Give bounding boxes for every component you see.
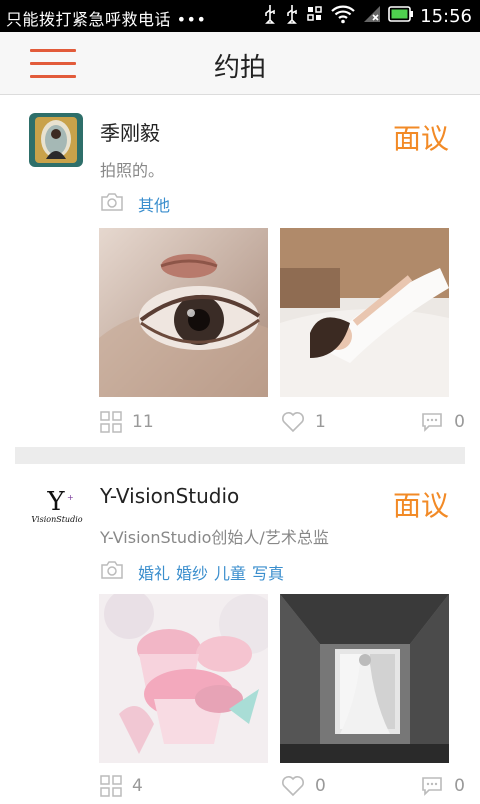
price-label: 面议 bbox=[392, 489, 449, 522]
like-count: 0 bbox=[315, 776, 326, 796]
album-count-value: 4 bbox=[132, 776, 143, 796]
battery-icon bbox=[388, 6, 414, 26]
tag[interactable]: 儿童 bbox=[214, 560, 246, 584]
post-stats: 11 1 0 bbox=[100, 408, 465, 436]
usb-icon bbox=[262, 4, 278, 28]
usb-icon bbox=[284, 4, 300, 28]
post-photo[interactable] bbox=[280, 594, 449, 763]
post-card[interactable]: Y VisionStudio + Y-VisionStudio 面议 Y-Vis… bbox=[15, 464, 465, 804]
avatar[interactable]: Y VisionStudio + bbox=[29, 480, 83, 534]
svg-text:+: + bbox=[67, 493, 74, 502]
avatar[interactable] bbox=[29, 113, 83, 167]
post-photo[interactable] bbox=[99, 228, 268, 397]
wifi-icon bbox=[330, 4, 356, 28]
camera-icon bbox=[100, 193, 124, 215]
post-author-name[interactable]: Y-VisionStudio bbox=[100, 484, 239, 508]
tag[interactable]: 婚礼 bbox=[138, 560, 170, 584]
svg-text:VisionStudio: VisionStudio bbox=[31, 515, 82, 524]
album-count[interactable]: 11 bbox=[100, 408, 154, 436]
tags-row: 其他 bbox=[100, 192, 176, 216]
post-card[interactable]: 季刚毅 面议 拍照的。 其他 11 1 0 bbox=[15, 95, 465, 447]
tag[interactable]: 婚纱 bbox=[176, 560, 208, 584]
page-title: 约拍 bbox=[213, 53, 266, 83]
status-bar: 只能拨打紧急呼救电话 ••• 15:56 bbox=[0, 0, 480, 32]
post-feed[interactable]: 季刚毅 面议 拍照的。 其他 11 1 0 Y VisionStudio + Y… bbox=[15, 95, 465, 804]
emergency-call-notice: 只能拨打紧急呼救电话 ••• bbox=[6, 10, 207, 29]
clock: 15:56 bbox=[420, 5, 472, 27]
post-author-name[interactable]: 季刚毅 bbox=[100, 117, 160, 146]
post-photo[interactable] bbox=[99, 594, 268, 763]
svg-text:Y: Y bbox=[46, 487, 65, 517]
post-description: Y-VisionStudio创始人/艺术总监 bbox=[100, 528, 329, 547]
system-icons: 15:56 bbox=[262, 4, 472, 28]
comment-button[interactable]: 0 bbox=[420, 772, 465, 800]
signal-icon bbox=[362, 4, 382, 28]
album-count[interactable]: 4 bbox=[100, 772, 143, 800]
post-stats: 4 0 0 bbox=[100, 772, 465, 800]
tag[interactable]: 其他 bbox=[138, 192, 170, 216]
like-button[interactable]: 1 bbox=[281, 408, 326, 436]
comment-button[interactable]: 0 bbox=[420, 408, 465, 436]
like-button[interactable]: 0 bbox=[281, 772, 326, 800]
sim-icon bbox=[306, 5, 324, 27]
like-count: 1 bbox=[315, 412, 326, 432]
album-count-value: 11 bbox=[132, 412, 154, 432]
price-label: 面议 bbox=[392, 122, 449, 155]
comment-count: 0 bbox=[454, 776, 465, 796]
tags-row: 婚礼 婚纱 儿童 写真 bbox=[100, 560, 290, 584]
post-photo[interactable] bbox=[280, 228, 449, 397]
camera-icon bbox=[100, 561, 124, 583]
comment-count: 0 bbox=[454, 412, 465, 432]
app-bar: 约拍 bbox=[0, 32, 480, 95]
card-divider bbox=[15, 447, 465, 464]
tag[interactable]: 写真 bbox=[252, 560, 284, 584]
post-description: 拍照的。 bbox=[100, 161, 165, 180]
